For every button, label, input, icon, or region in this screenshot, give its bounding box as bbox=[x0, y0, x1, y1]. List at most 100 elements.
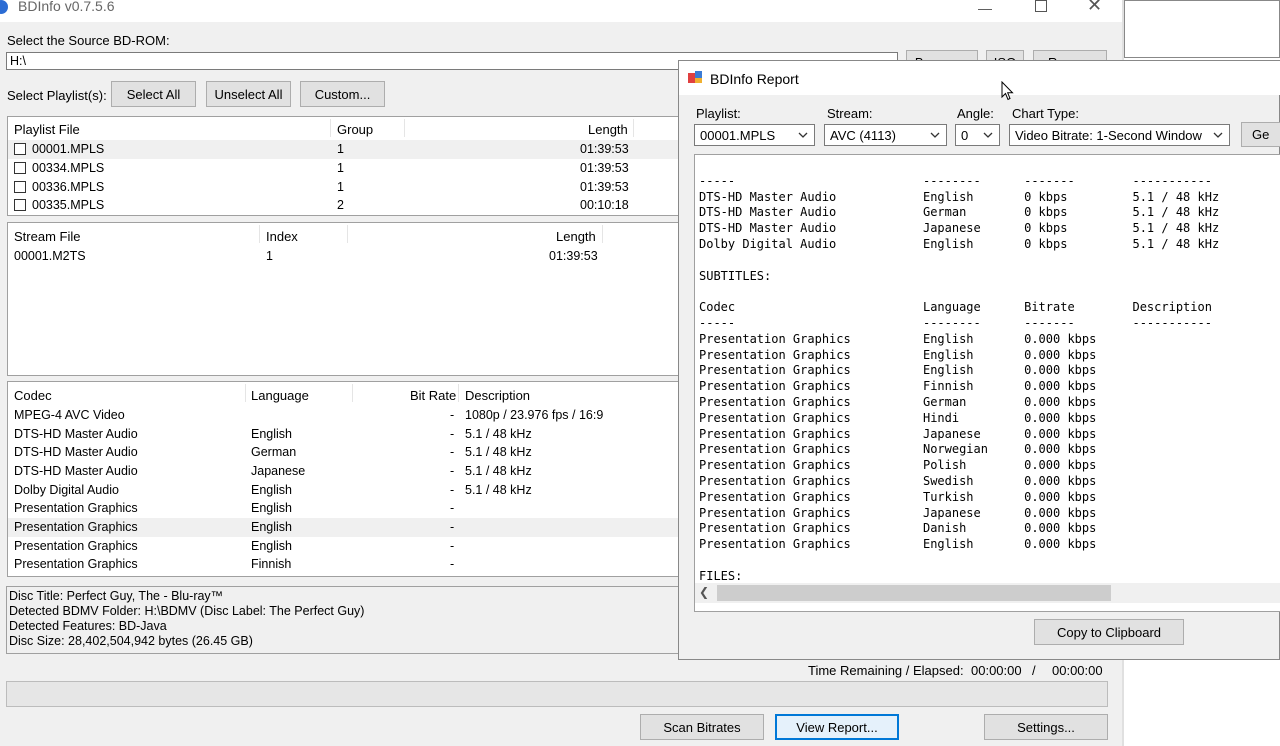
row-checkbox[interactable] bbox=[14, 162, 26, 174]
header-playlist-file[interactable]: Playlist File bbox=[14, 122, 80, 137]
report-line: Presentation Graphics Japanese 0.000 kbp… bbox=[699, 505, 1097, 520]
playlist-file: 00334.MPLS bbox=[32, 161, 105, 175]
header-bit-rate[interactable]: Bit Rate bbox=[410, 388, 456, 403]
table-row[interactable]: 00334.MPLS 1 01:39:53 bbox=[8, 159, 678, 178]
playlist-length: 01:39:53 bbox=[580, 142, 629, 156]
select-all-button[interactable]: Select All bbox=[111, 81, 196, 107]
custom-button[interactable]: Custom... bbox=[300, 81, 385, 107]
codec-bit-rate: - bbox=[450, 557, 455, 571]
maximize-icon[interactable] bbox=[1035, 0, 1047, 12]
header-length[interactable]: Length bbox=[556, 229, 596, 244]
table-row[interactable]: Presentation Graphics Finnish - bbox=[8, 555, 678, 574]
header-divider bbox=[245, 384, 246, 402]
row-checkbox[interactable] bbox=[14, 181, 26, 193]
playlist-select[interactable]: 00001.MPLS bbox=[694, 124, 815, 146]
report-title-bar[interactable]: BDInfo Report bbox=[679, 61, 1280, 95]
table-row[interactable]: DTS-HD Master Audio German - 5.1 / 48 kH… bbox=[8, 443, 678, 462]
minimize-icon[interactable]: — bbox=[978, 0, 998, 16]
scroll-left-icon[interactable]: ❮ bbox=[699, 585, 709, 599]
codec-description: 5.1 / 48 kHz bbox=[465, 483, 532, 497]
header-codec[interactable]: Codec bbox=[14, 388, 52, 403]
scan-bitrates-button[interactable]: Scan Bitrates bbox=[640, 714, 764, 740]
codec-language: English bbox=[251, 520, 292, 534]
mouse-cursor-icon bbox=[1001, 81, 1014, 101]
time-elapsed-value: 00:00:00 bbox=[1052, 663, 1103, 678]
table-row[interactable]: DTS-HD Master Audio Japanese - 5.1 / 48 … bbox=[8, 462, 678, 481]
codec-bit-rate: - bbox=[450, 464, 455, 478]
report-line: Presentation Graphics Norwegian 0.000 kb… bbox=[699, 442, 1097, 457]
title-bar: BDInfo v0.7.5.6 — ✕ bbox=[0, 0, 1122, 22]
playlist-file: 00335.MPLS bbox=[32, 198, 105, 212]
table-row[interactable]: Presentation Graphics English - bbox=[8, 518, 678, 537]
close-icon[interactable]: ✕ bbox=[1087, 0, 1102, 16]
horizontal-scrollbar[interactable]: ❮ bbox=[695, 583, 1280, 603]
copy-to-clipboard-button[interactable]: Copy to Clipboard bbox=[1034, 619, 1184, 645]
header-length[interactable]: Length bbox=[588, 122, 628, 137]
table-row[interactable]: Presentation Graphics English - bbox=[8, 499, 678, 518]
table-row[interactable]: 00335.MPLS 2 00:10:18 bbox=[8, 196, 678, 215]
chevron-down-icon bbox=[1213, 132, 1223, 138]
table-row[interactable]: 00336.MPLS 1 01:39:53 bbox=[8, 178, 678, 197]
codec-list[interactable]: Codec Language Bit Rate Description MPEG… bbox=[7, 381, 679, 577]
codec-language: German bbox=[251, 445, 297, 459]
header-group[interactable]: Group bbox=[337, 122, 373, 137]
header-language[interactable]: Language bbox=[251, 388, 309, 403]
chart-type-label: Chart Type: bbox=[1012, 106, 1079, 121]
report-app-icon bbox=[688, 71, 702, 85]
codec-bit-rate: - bbox=[450, 539, 455, 553]
codec-description: 1080p / 23.976 fps / 16:9 bbox=[465, 408, 604, 422]
stream-file: 00001.M2TS bbox=[14, 249, 86, 263]
disc-info-box: Disc Title: Perfect Guy, The - Blu-ray™ … bbox=[6, 586, 680, 654]
report-title: BDInfo Report bbox=[710, 71, 799, 87]
angle-select[interactable]: 0 bbox=[955, 124, 1000, 146]
codec-bit-rate: - bbox=[450, 408, 455, 422]
header-stream-file[interactable]: Stream File bbox=[14, 229, 80, 244]
report-line: Presentation Graphics German 0.000 kbps bbox=[699, 394, 1097, 409]
table-row[interactable]: 00001.M2TS 1 01:39:53 bbox=[8, 247, 678, 266]
source-input-value: H:\ bbox=[10, 54, 26, 68]
table-row[interactable]: DTS-HD Master Audio English - 5.1 / 48 k… bbox=[8, 425, 678, 444]
codec-description: 5.1 / 48 kHz bbox=[465, 445, 532, 459]
time-remaining-label: Time Remaining / Elapsed: bbox=[808, 663, 964, 678]
app-icon bbox=[0, 0, 8, 14]
report-line: Presentation Graphics Danish 0.000 kbps bbox=[699, 521, 1097, 536]
chevron-down-icon bbox=[798, 132, 808, 138]
playlist-length: 01:39:53 bbox=[580, 161, 629, 175]
table-row[interactable]: 00001.MPLS 1 01:39:53 bbox=[8, 140, 678, 159]
codec-name: DTS-HD Master Audio bbox=[14, 464, 138, 478]
stream-file-list[interactable]: Stream File Index Length 00001.M2TS 1 01… bbox=[7, 222, 679, 376]
report-window[interactable]: BDInfo Report Playlist: 00001.MPLS Strea… bbox=[678, 60, 1280, 660]
stream-select[interactable]: AVC (4113) bbox=[824, 124, 947, 146]
report-line: ----- -------- ------- ----------- bbox=[699, 315, 1212, 330]
row-checkbox[interactable] bbox=[14, 199, 26, 211]
row-checkbox[interactable] bbox=[14, 143, 26, 155]
playlist-list[interactable]: Playlist File Group Length 00001.MPLS 1 … bbox=[7, 116, 679, 216]
chart-type-select[interactable]: Video Bitrate: 1-Second Window bbox=[1009, 124, 1230, 146]
settings-button[interactable]: Settings... bbox=[984, 714, 1108, 740]
codec-language: English bbox=[251, 483, 292, 497]
header-description[interactable]: Description bbox=[465, 388, 530, 403]
header-divider bbox=[633, 119, 634, 137]
report-line: Presentation Graphics English 0.000 kbps bbox=[699, 347, 1097, 362]
codec-language: English bbox=[251, 501, 292, 515]
generate-chart-button[interactable]: Ge bbox=[1241, 122, 1280, 147]
header-index[interactable]: Index bbox=[266, 229, 298, 244]
report-line: Presentation Graphics Swedish 0.000 kbps bbox=[699, 473, 1097, 488]
disc-features: Detected Features: BD-Java bbox=[9, 619, 167, 633]
table-row[interactable]: Dolby Digital Audio English - 5.1 / 48 k… bbox=[8, 481, 678, 500]
report-line bbox=[699, 253, 1219, 269]
table-row[interactable]: MPEG-4 AVC Video - 1080p / 23.976 fps / … bbox=[8, 406, 678, 425]
scrollbar-thumb[interactable] bbox=[717, 585, 1111, 601]
stream-label: Stream: bbox=[827, 106, 873, 121]
report-text-area[interactable]: ----- -------- ------- ----------- DTS-HD… bbox=[694, 154, 1280, 612]
angle-label: Angle: bbox=[957, 106, 994, 121]
codec-language: English bbox=[251, 539, 292, 553]
codec-name: Dolby Digital Audio bbox=[14, 483, 119, 497]
stream-length: 01:39:53 bbox=[549, 249, 598, 263]
report-line: Dolby Digital Audio English 0 kbps 5.1 /… bbox=[699, 236, 1220, 251]
unselect-all-button[interactable]: Unselect All bbox=[206, 81, 291, 107]
table-row[interactable]: Presentation Graphics English - bbox=[8, 537, 678, 556]
header-divider bbox=[404, 119, 405, 137]
view-report-button[interactable]: View Report... bbox=[775, 714, 899, 740]
codec-bit-rate: - bbox=[450, 445, 455, 459]
